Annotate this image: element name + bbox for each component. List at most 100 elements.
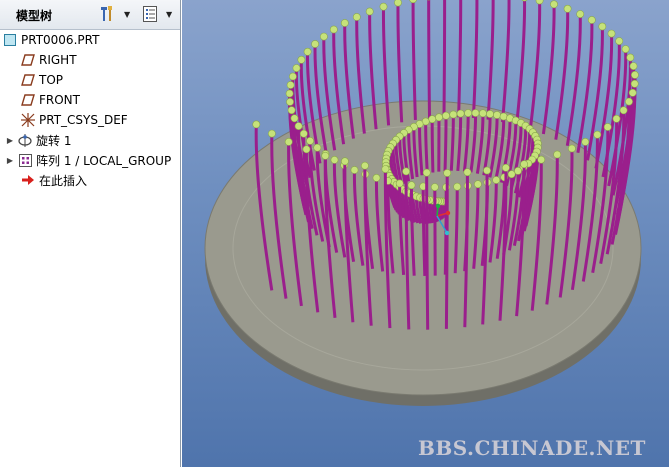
tree-settings-icon[interactable] bbox=[140, 4, 160, 24]
tree-item-revolve[interactable]: ▶ 旋转 1 bbox=[5, 130, 185, 150]
rod bbox=[427, 0, 431, 119]
rod-ball bbox=[615, 37, 624, 45]
part-icon bbox=[2, 32, 18, 48]
rod-ball bbox=[303, 47, 312, 56]
rod-ball bbox=[471, 109, 480, 117]
rod-ball bbox=[379, 2, 388, 11]
rod bbox=[444, 172, 449, 329]
rod-ball bbox=[593, 130, 602, 139]
rod bbox=[501, 0, 511, 123]
rod-ball bbox=[306, 136, 315, 145]
rod-ball bbox=[492, 176, 501, 184]
expand-arrow-icon[interactable]: ▶ bbox=[5, 156, 15, 165]
rod bbox=[430, 119, 435, 173]
rod-ball bbox=[563, 4, 572, 13]
rod-ball bbox=[603, 123, 612, 131]
rod bbox=[425, 172, 430, 330]
tree-item-front[interactable]: FRONT bbox=[20, 90, 200, 110]
rod-ball bbox=[435, 113, 443, 122]
tree-item-label: 在此插入 bbox=[39, 173, 88, 188]
rod-ball bbox=[537, 155, 546, 164]
rod-ball bbox=[340, 157, 349, 166]
rod-ball bbox=[284, 137, 293, 146]
rod-ball bbox=[329, 25, 338, 34]
settings-dropdown-chevron-down-icon[interactable]: ▼ bbox=[166, 10, 172, 19]
rod-ball bbox=[428, 115, 437, 124]
model-3d-view bbox=[204, 0, 642, 406]
tools-dropdown-chevron-down-icon[interactable]: ▼ bbox=[124, 10, 130, 19]
rod-ball bbox=[630, 79, 639, 88]
tree-item-pattern[interactable]: ▶ 阵列 1 / LOCAL_GROUP bbox=[5, 150, 185, 170]
rod-ball bbox=[507, 170, 516, 179]
rod-ball bbox=[268, 129, 276, 138]
rod-ball bbox=[340, 19, 349, 27]
rod-ball bbox=[365, 7, 374, 16]
rod bbox=[421, 186, 427, 276]
rod-ball bbox=[473, 180, 482, 189]
rod-ball bbox=[311, 40, 319, 48]
tree-item-label: TOP bbox=[39, 73, 64, 87]
rod-ball bbox=[407, 181, 416, 190]
rod-ball bbox=[321, 151, 330, 160]
rod bbox=[528, 0, 542, 130]
tree-item-right[interactable]: RIGHT bbox=[20, 50, 200, 70]
model-tree-header: 模型树 ▼ ▼ bbox=[0, 0, 180, 30]
rod-ball bbox=[514, 166, 522, 175]
rod-ball bbox=[520, 160, 528, 169]
datum-plane-icon bbox=[20, 52, 36, 68]
tree-item-label: PRT0006.PRT bbox=[21, 33, 100, 47]
tree-item-top[interactable]: TOP bbox=[20, 70, 200, 90]
rod-ball bbox=[493, 111, 501, 119]
rod-ball bbox=[402, 167, 410, 176]
rod-ball bbox=[286, 81, 295, 89]
rod-ball bbox=[252, 120, 261, 129]
rod bbox=[471, 0, 479, 119]
rod-ball bbox=[576, 10, 585, 18]
tree-item-csys[interactable]: PRT_CSYS_DEF bbox=[20, 110, 200, 130]
rod-ball bbox=[629, 62, 638, 70]
rod-ball bbox=[360, 161, 369, 170]
rod-ball bbox=[486, 110, 494, 118]
rod-ball bbox=[287, 106, 296, 115]
pattern-icon bbox=[17, 152, 33, 168]
rod bbox=[486, 0, 495, 120]
rod bbox=[443, 115, 448, 172]
rod-ball bbox=[453, 182, 462, 191]
tree-item-label: FRONT bbox=[39, 93, 80, 107]
rod-ball bbox=[285, 89, 294, 98]
rod-ball bbox=[478, 109, 487, 118]
rod-ball bbox=[422, 168, 431, 177]
rod-ball bbox=[352, 13, 361, 21]
rod-ball bbox=[598, 22, 607, 31]
rod-ball bbox=[292, 64, 301, 72]
tree-item-label: 旋转 1 bbox=[36, 133, 72, 148]
rod-ball bbox=[521, 0, 528, 2]
graphics-viewport[interactable]: BBS.CHINADE.NET bbox=[182, 0, 669, 467]
rod-ball bbox=[372, 173, 381, 182]
model-tree-tools-icon[interactable] bbox=[98, 4, 118, 24]
rod bbox=[515, 0, 527, 126]
coordinate-system-icon bbox=[20, 112, 36, 128]
tree-item-insert-here[interactable]: 在此插入 bbox=[20, 170, 200, 190]
expand-arrow-icon[interactable]: ▶ bbox=[5, 136, 15, 145]
rod-ball bbox=[290, 114, 299, 123]
rod-ball bbox=[394, 0, 402, 7]
watermark-text: BBS.CHINADE.NET bbox=[418, 436, 646, 460]
rod bbox=[541, 4, 556, 135]
rod-ball bbox=[626, 53, 635, 62]
rod bbox=[424, 121, 429, 174]
rod-ball bbox=[464, 109, 472, 117]
tree-item-part[interactable]: PRT0006.PRT bbox=[2, 30, 182, 50]
rod-ball bbox=[443, 169, 452, 177]
rod-ball bbox=[501, 163, 510, 172]
rod-ball bbox=[625, 97, 633, 106]
rod-ball bbox=[630, 71, 639, 79]
rod-ball bbox=[330, 155, 339, 164]
rod-ball bbox=[442, 111, 450, 120]
rod-ball bbox=[289, 72, 297, 81]
rod-ball bbox=[350, 166, 359, 174]
rod-ball bbox=[430, 183, 439, 191]
rod-ball bbox=[395, 179, 404, 188]
rod-ball bbox=[381, 165, 390, 173]
rod-ball bbox=[299, 129, 308, 138]
